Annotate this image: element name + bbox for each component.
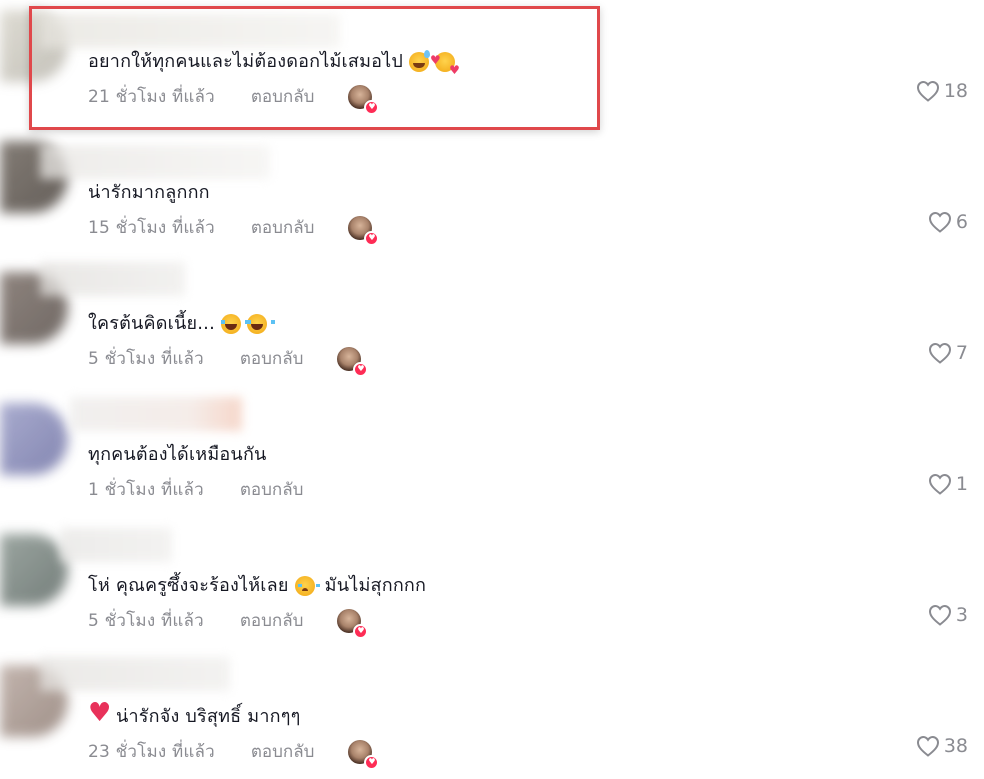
heart-outline-icon xyxy=(928,211,951,233)
comment-item: โห่ คุณครูซึ้งจะร้องไห้เลย มันไม่สุกกกก … xyxy=(0,524,984,655)
commenter-name-blurred[interactable] xyxy=(40,14,340,48)
like-button[interactable]: 38 xyxy=(916,735,968,757)
like-button[interactable]: 1 xyxy=(928,473,968,495)
heart-outline-icon xyxy=(928,473,951,495)
tears-of-joy-emoji xyxy=(247,314,275,334)
comment-text: น่ารักจัง บริสุทธิ์ มากๆๆ xyxy=(88,701,372,729)
like-count: 1 xyxy=(955,473,968,495)
reply-button[interactable]: ตอบกลับ xyxy=(240,476,304,503)
like-count: 18 xyxy=(943,80,968,102)
commenter-avatar-blurred[interactable] xyxy=(0,534,68,606)
creator-liked-avatar: ♥ xyxy=(348,739,380,770)
heart-badge-icon: ♥ xyxy=(364,754,380,770)
heart-outline-icon xyxy=(916,735,939,757)
creator-liked-avatar: ♥ xyxy=(337,346,369,377)
like-count: 7 xyxy=(955,342,968,364)
comment-item: น่ารักจัง บริสุทธิ์ มากๆๆ 23 ชั่วโมง ที่… xyxy=(0,655,984,779)
like-button[interactable]: 18 xyxy=(916,80,968,102)
creator-liked-avatar: ♥ xyxy=(337,608,369,639)
like-count: 38 xyxy=(943,735,968,757)
commenter-name-blurred[interactable] xyxy=(70,397,242,431)
heart-outline-icon xyxy=(916,80,939,102)
like-button[interactable]: 3 xyxy=(928,604,968,626)
like-count: 6 xyxy=(955,211,968,233)
creator-liked-avatar: ♥ xyxy=(348,215,380,246)
reply-button[interactable]: ตอบกลับ xyxy=(251,214,315,241)
commenter-name-blurred[interactable] xyxy=(40,262,185,296)
comment-timestamp: 15 ชั่วโมง ที่แล้ว xyxy=(88,218,215,238)
comment-timestamp: 5 ชั่วโมง ที่แล้ว xyxy=(88,349,204,369)
comment-item: ทุกคนต้องได้เหมือนกัน 1 ชั่วโมง ที่แล้ว … xyxy=(0,393,984,524)
tears-of-joy-emoji xyxy=(221,314,249,334)
reply-button[interactable]: ตอบกลับ xyxy=(240,345,304,372)
smiling-face-with-sweat-emoji xyxy=(409,50,431,72)
comment-item: อยากให้ทุกคนและไม่ต้องดอกไม้เสมอไป 21 ชั… xyxy=(0,0,984,131)
reply-button[interactable]: ตอบกลับ xyxy=(251,83,315,110)
creator-liked-avatar: ♥ xyxy=(348,84,380,115)
like-button[interactable]: 7 xyxy=(928,342,968,364)
commenter-name-blurred[interactable] xyxy=(60,528,172,562)
heart-badge-icon: ♥ xyxy=(364,99,380,115)
like-count: 3 xyxy=(955,604,968,626)
comment-text: อยากให้ทุกคนและไม่ต้องดอกไม้เสมอไป xyxy=(88,48,460,82)
comment-timestamp: 1 ชั่วโมง ที่แล้ว xyxy=(88,480,204,500)
comment-text: ใครต้นคิดเนี้ย... xyxy=(88,312,361,336)
commenter-name-blurred[interactable] xyxy=(40,145,270,179)
comment-timestamp: 21 ชั่วโมง ที่แล้ว xyxy=(88,87,215,107)
reply-button[interactable]: ตอบกลับ xyxy=(240,607,304,634)
comment-text: น่ารักมากลูกกก xyxy=(88,182,210,203)
reply-button[interactable]: ตอบกลับ xyxy=(251,738,315,765)
comment-item: ใครต้นคิดเนี้ย... 5 ชั่วโมง ที่แล้ว ตอบก… xyxy=(0,262,984,393)
heart-badge-icon: ♥ xyxy=(353,623,369,639)
like-button[interactable]: 6 xyxy=(928,211,968,233)
comment-text: โห่ คุณครูซึ้งจะร้องไห้เลย มันไม่สุกกกก xyxy=(88,575,427,596)
commenter-name-blurred[interactable] xyxy=(40,657,230,691)
comment-text: ทุกคนต้องได้เหมือนกัน xyxy=(88,444,267,465)
red-heart-emoji xyxy=(88,701,112,727)
holding-back-tears-emoji xyxy=(294,576,320,596)
heart-badge-icon: ♥ xyxy=(353,361,369,377)
comment-timestamp: 23 ชั่วโมง ที่แล้ว xyxy=(88,742,215,762)
comment-timestamp: 5 ชั่วโมง ที่แล้ว xyxy=(88,611,204,631)
heart-outline-icon xyxy=(928,604,951,626)
heart-badge-icon: ♥ xyxy=(364,230,380,246)
heart-outline-icon xyxy=(928,342,951,364)
comment-item: น่ารักมากลูกกก 15 ชั่วโมง ที่แล้ว ตอบกลั… xyxy=(0,131,984,262)
smiling-face-with-hearts-emoji xyxy=(430,48,460,82)
commenter-avatar-blurred[interactable] xyxy=(0,403,68,475)
